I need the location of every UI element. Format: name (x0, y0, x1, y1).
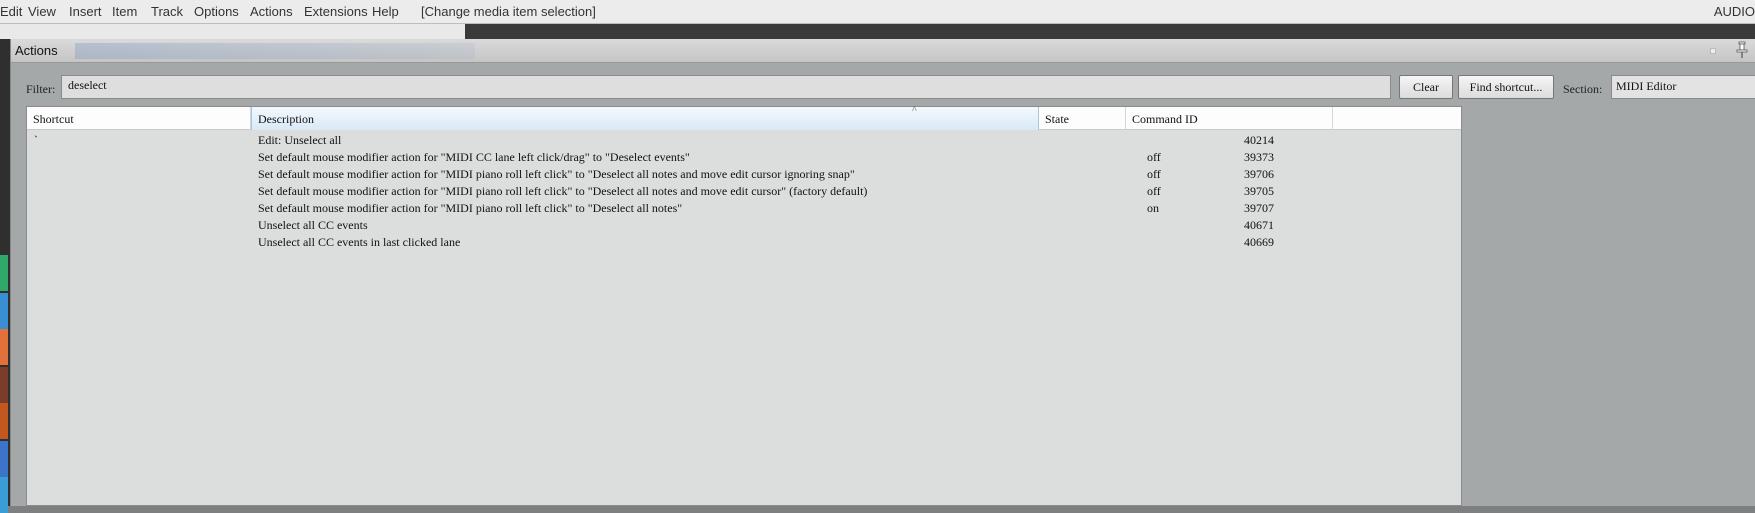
cell-description: Set default mouse modifier action for "M… (258, 184, 868, 198)
clear-button[interactable]: Clear (1399, 75, 1453, 99)
table-row[interactable]: Unselect all CC events in last clicked l… (27, 233, 1461, 250)
table-header: Shortcut ^ Description State Command ID (27, 105, 1461, 130)
cell-command-id: 40671 (1244, 218, 1274, 232)
cell-command-id: 39373 (1244, 150, 1274, 164)
menubar-status-text: [Change media item selection] (421, 4, 596, 19)
cell-command-id: 40214 (1244, 133, 1274, 147)
track-color-chip (0, 293, 8, 329)
actions-dialog: Actions Filter: deselect Clear Find shor… (10, 39, 1755, 506)
cell-shortcut: ` (34, 133, 38, 147)
filter-label: Filter: (26, 82, 56, 96)
filter-input[interactable]: deselect (61, 75, 1391, 99)
section-select[interactable]: MIDI Editor (1611, 75, 1755, 99)
find-shortcut-button[interactable]: Find shortcut... (1458, 75, 1554, 99)
section-label: Section: (1563, 82, 1603, 96)
cell-description: Edit: Unselect all (258, 133, 342, 147)
table-row[interactable]: ` Edit: Unselect all 40214 (27, 131, 1461, 148)
cell-command-id: 39706 (1244, 167, 1274, 181)
menubar-right-label: AUDIO (1713, 4, 1755, 19)
column-header-label: Description (258, 112, 314, 126)
column-header-description[interactable]: ^ Description (251, 105, 1039, 130)
cell-state: off (1147, 150, 1161, 164)
menu-insert[interactable]: Insert (69, 4, 102, 19)
background-strip-left (0, 24, 465, 39)
track-color-chip (0, 329, 8, 365)
table-row[interactable]: Set default mouse modifier action for "M… (27, 148, 1461, 165)
minimize-button[interactable] (1710, 48, 1716, 54)
table-row[interactable]: Set default mouse modifier action for "M… (27, 199, 1461, 216)
column-header-command-id[interactable]: Command ID (1126, 107, 1333, 130)
track-color-chip (0, 477, 8, 513)
cell-state: on (1147, 201, 1159, 215)
table-row[interactable]: Set default mouse modifier action for "M… (27, 182, 1461, 199)
menu-view[interactable]: View (28, 4, 56, 19)
table-row[interactable]: Set default mouse modifier action for "M… (27, 165, 1461, 182)
track-color-chip (0, 403, 8, 439)
dialog-title-bar[interactable]: Actions (11, 39, 1755, 63)
title-bar-blur (75, 43, 475, 59)
menu-options[interactable]: Options (194, 4, 239, 19)
table-row[interactable]: Unselect all CC events 40671 (27, 216, 1461, 233)
column-header-state[interactable]: State (1039, 107, 1126, 130)
track-color-chip (0, 441, 8, 477)
menu-actions[interactable]: Actions (250, 4, 293, 19)
cell-state: off (1147, 184, 1161, 198)
track-color-chip (0, 367, 8, 403)
actions-table: Shortcut ^ Description State Command ID … (26, 105, 1462, 506)
cell-state: off (1147, 167, 1161, 181)
background-strip (465, 24, 1755, 39)
dialog-title: Actions (15, 43, 58, 58)
menu-help[interactable]: Help (372, 4, 399, 19)
menu-item[interactable]: Item (112, 4, 137, 19)
menu-edit[interactable]: Edit (0, 4, 22, 19)
cell-description: Set default mouse modifier action for "M… (258, 201, 683, 215)
cell-description: Set default mouse modifier action for "M… (258, 150, 690, 164)
pin-icon[interactable] (1734, 41, 1750, 59)
cell-description: Unselect all CC events in last clicked l… (258, 235, 461, 249)
sort-ascending-icon: ^ (912, 105, 917, 116)
cell-description: Unselect all CC events (258, 218, 368, 232)
menu-track[interactable]: Track (151, 4, 183, 19)
column-header-shortcut[interactable]: Shortcut (27, 107, 251, 130)
cell-description: Set default mouse modifier action for "M… (258, 167, 855, 181)
menu-bar: Edit View Insert Item Track Options Acti… (0, 0, 1755, 24)
cell-command-id: 39705 (1244, 184, 1274, 198)
menu-extensions[interactable]: Extensions (304, 4, 368, 19)
cell-command-id: 40669 (1244, 235, 1274, 249)
track-color-chip (0, 255, 8, 291)
cell-command-id: 39707 (1244, 201, 1274, 215)
track-edge (0, 39, 10, 513)
